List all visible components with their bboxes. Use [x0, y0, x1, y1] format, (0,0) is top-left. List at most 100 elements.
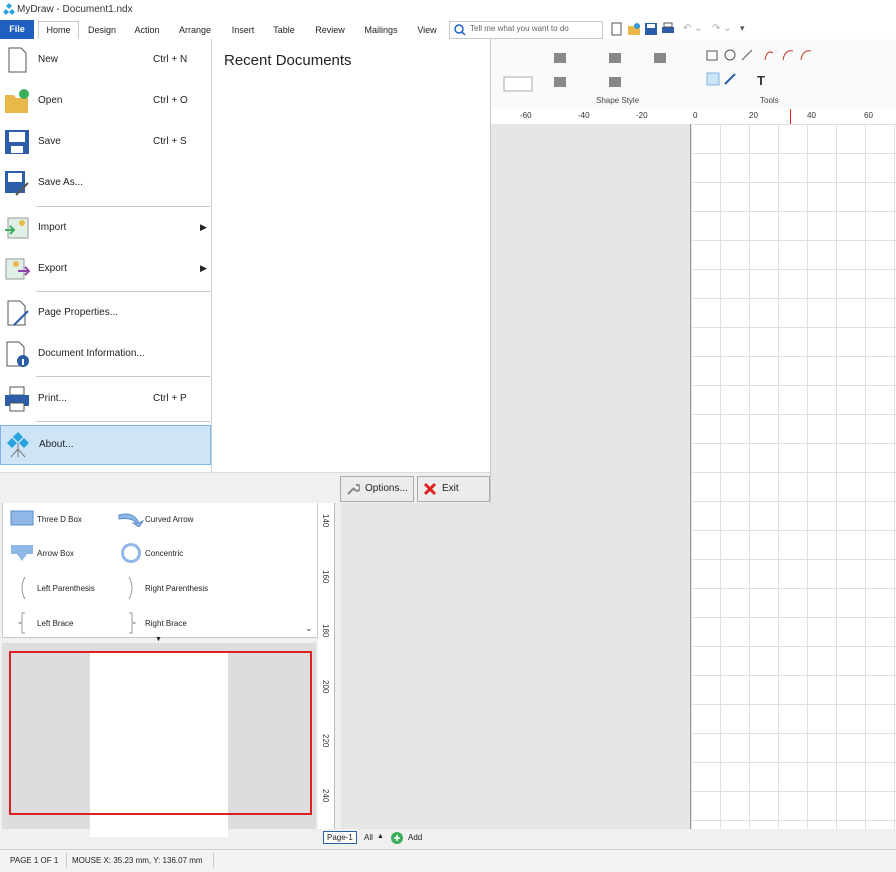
about-logo-icon	[7, 432, 29, 458]
menu-item-page-properties[interactable]: Page Properties...	[0, 294, 211, 332]
add-page-icon[interactable]	[391, 832, 403, 844]
tab-view[interactable]: View	[412, 22, 442, 39]
shape-three-d-box[interactable]: Three D Box	[37, 515, 82, 524]
tell-me-search[interactable]: Tell me what you want to do	[449, 21, 603, 39]
vertical-ruler: 140 160 180 200 220 240	[318, 502, 335, 829]
shape-style-tools-icon[interactable]	[494, 45, 694, 95]
open-file-icon[interactable]	[627, 22, 641, 36]
group-label-shape-style: Shape Style	[596, 96, 640, 105]
status-bar: PAGE 1 OF 1 MOUSE X: 35.23 mm, Y: 136.07…	[0, 849, 896, 872]
drawing-page[interactable]	[690, 124, 896, 829]
submenu-arrow-icon: ▶	[200, 263, 207, 273]
title-bar: MyDraw - Document1.ndx	[0, 0, 896, 20]
ribbon-panel: T Shape Style Tools	[490, 39, 896, 110]
tab-mailings[interactable]: Mailings	[359, 22, 403, 39]
app-logo-icon	[3, 3, 15, 15]
new-file-icon[interactable]	[611, 22, 623, 36]
undo-icon[interactable]: ↶ ⌄	[683, 23, 703, 34]
menu-label: Document Information...	[38, 348, 145, 359]
shape-right-brace[interactable]: Right Brace	[145, 619, 187, 628]
menu-label: New	[38, 54, 59, 65]
page-preview-panel[interactable]	[2, 643, 316, 837]
ruler-tick: 60	[864, 111, 873, 120]
backstage-footer: Options... Exit	[0, 472, 490, 503]
left-brace-icon[interactable]	[17, 611, 27, 635]
curved-arrow-icon[interactable]	[117, 509, 145, 527]
status-mouse-position: MOUSE X: 35.23 mm, Y: 136.07 mm	[72, 856, 203, 865]
import-icon	[5, 217, 29, 239]
page-properties-icon	[7, 300, 29, 326]
menu-shortcut: Ctrl + O	[153, 95, 188, 106]
right-parenthesis-icon[interactable]	[127, 575, 137, 601]
menu-item-about[interactable]: About...	[0, 425, 211, 465]
menu-item-new[interactable]: New Ctrl + N	[0, 41, 211, 79]
shape-arrow-box[interactable]: Arrow Box	[37, 549, 74, 558]
file-backstage: New Ctrl + N Open Ctrl + O Save Ctrl + S…	[0, 39, 491, 503]
tab-review[interactable]: Review	[310, 22, 350, 39]
all-pages-arrow-icon[interactable]: ▲	[377, 833, 384, 840]
tab-action[interactable]: Action	[130, 22, 164, 39]
menu-item-document-information[interactable]: Document Information...	[0, 335, 211, 373]
tab-home[interactable]: Home	[38, 21, 79, 40]
ruler-tick: 180	[321, 624, 330, 638]
concentric-icon[interactable]	[119, 541, 143, 565]
menu-item-import[interactable]: Import ▶	[0, 209, 211, 247]
export-icon	[5, 258, 30, 280]
svg-text:T: T	[757, 73, 765, 88]
print-icon[interactable]	[661, 22, 675, 36]
shape-right-parenthesis[interactable]: Right Parenthesis	[145, 584, 208, 593]
ruler-tick: 140	[321, 514, 330, 528]
search-icon	[454, 24, 466, 36]
viewport-selection-box[interactable]	[9, 651, 312, 815]
tab-file[interactable]: File	[0, 20, 34, 39]
shape-left-brace[interactable]: Left Brace	[37, 619, 73, 628]
menu-item-save[interactable]: Save Ctrl + S	[0, 123, 211, 161]
tab-arrange[interactable]: Arrange	[174, 22, 216, 39]
redo-icon[interactable]: ↷ ⌄	[712, 23, 732, 34]
horizontal-ruler: -60 -40 -20 0 20 40 60	[490, 109, 896, 125]
save-as-icon	[5, 171, 29, 196]
right-brace-icon[interactable]	[127, 611, 137, 635]
shape-curved-arrow[interactable]: Curved Arrow	[145, 515, 193, 524]
menu-item-print[interactable]: Print... Ctrl + P	[0, 380, 211, 418]
tab-design[interactable]: Design	[84, 22, 120, 39]
drawing-tools-icon[interactable]: T	[705, 47, 825, 92]
quick-access-menu-icon[interactable]: ▾	[740, 23, 745, 34]
all-pages-button[interactable]: All	[364, 833, 373, 842]
menu-separator	[36, 291, 210, 292]
add-page-button[interactable]: Add	[408, 833, 422, 842]
ruler-tick: 160	[321, 570, 330, 584]
ruler-tick: 200	[321, 680, 330, 694]
backstage-menu: New Ctrl + N Open Ctrl + O Save Ctrl + S…	[0, 39, 212, 472]
menu-item-export[interactable]: Export ▶	[0, 250, 211, 288]
exit-button[interactable]: Exit	[417, 476, 490, 502]
ruler-tick: -60	[520, 111, 532, 120]
ruler-tick: 40	[807, 111, 816, 120]
group-label-tools: Tools	[760, 96, 779, 105]
open-folder-icon	[5, 89, 29, 113]
menu-label: Save	[38, 136, 61, 147]
ruler-cursor-marker	[790, 109, 791, 124]
menu-item-open[interactable]: Open Ctrl + O	[0, 82, 211, 120]
shape-concentric[interactable]: Concentric	[145, 549, 183, 558]
tell-me-placeholder: Tell me what you want to do	[470, 24, 569, 33]
save-icon[interactable]	[644, 22, 658, 36]
menu-item-save-as[interactable]: Save As...	[0, 164, 211, 202]
page-tab-1[interactable]: Page-1	[323, 831, 357, 844]
menu-label: Import	[38, 222, 67, 233]
ruler-tick: 240	[321, 789, 330, 803]
left-parenthesis-icon[interactable]	[17, 575, 27, 601]
panel-expand-arrow-icon[interactable]: ▼	[155, 636, 162, 643]
menu-shortcut: Ctrl + N	[153, 54, 188, 65]
printer-icon	[5, 386, 29, 412]
menu-label: Print...	[38, 393, 67, 404]
three-d-box-icon[interactable]	[9, 509, 35, 527]
wrench-icon	[347, 483, 360, 495]
shape-left-parenthesis[interactable]: Left Parenthesis	[37, 584, 95, 593]
tab-table[interactable]: Table	[268, 22, 300, 39]
scroll-down-icon[interactable]: ⌄	[305, 623, 313, 634]
arrow-box-icon[interactable]	[9, 543, 35, 563]
menu-label: Open	[38, 95, 63, 106]
tab-insert[interactable]: Insert	[227, 22, 259, 39]
options-button[interactable]: Options...	[340, 476, 414, 502]
